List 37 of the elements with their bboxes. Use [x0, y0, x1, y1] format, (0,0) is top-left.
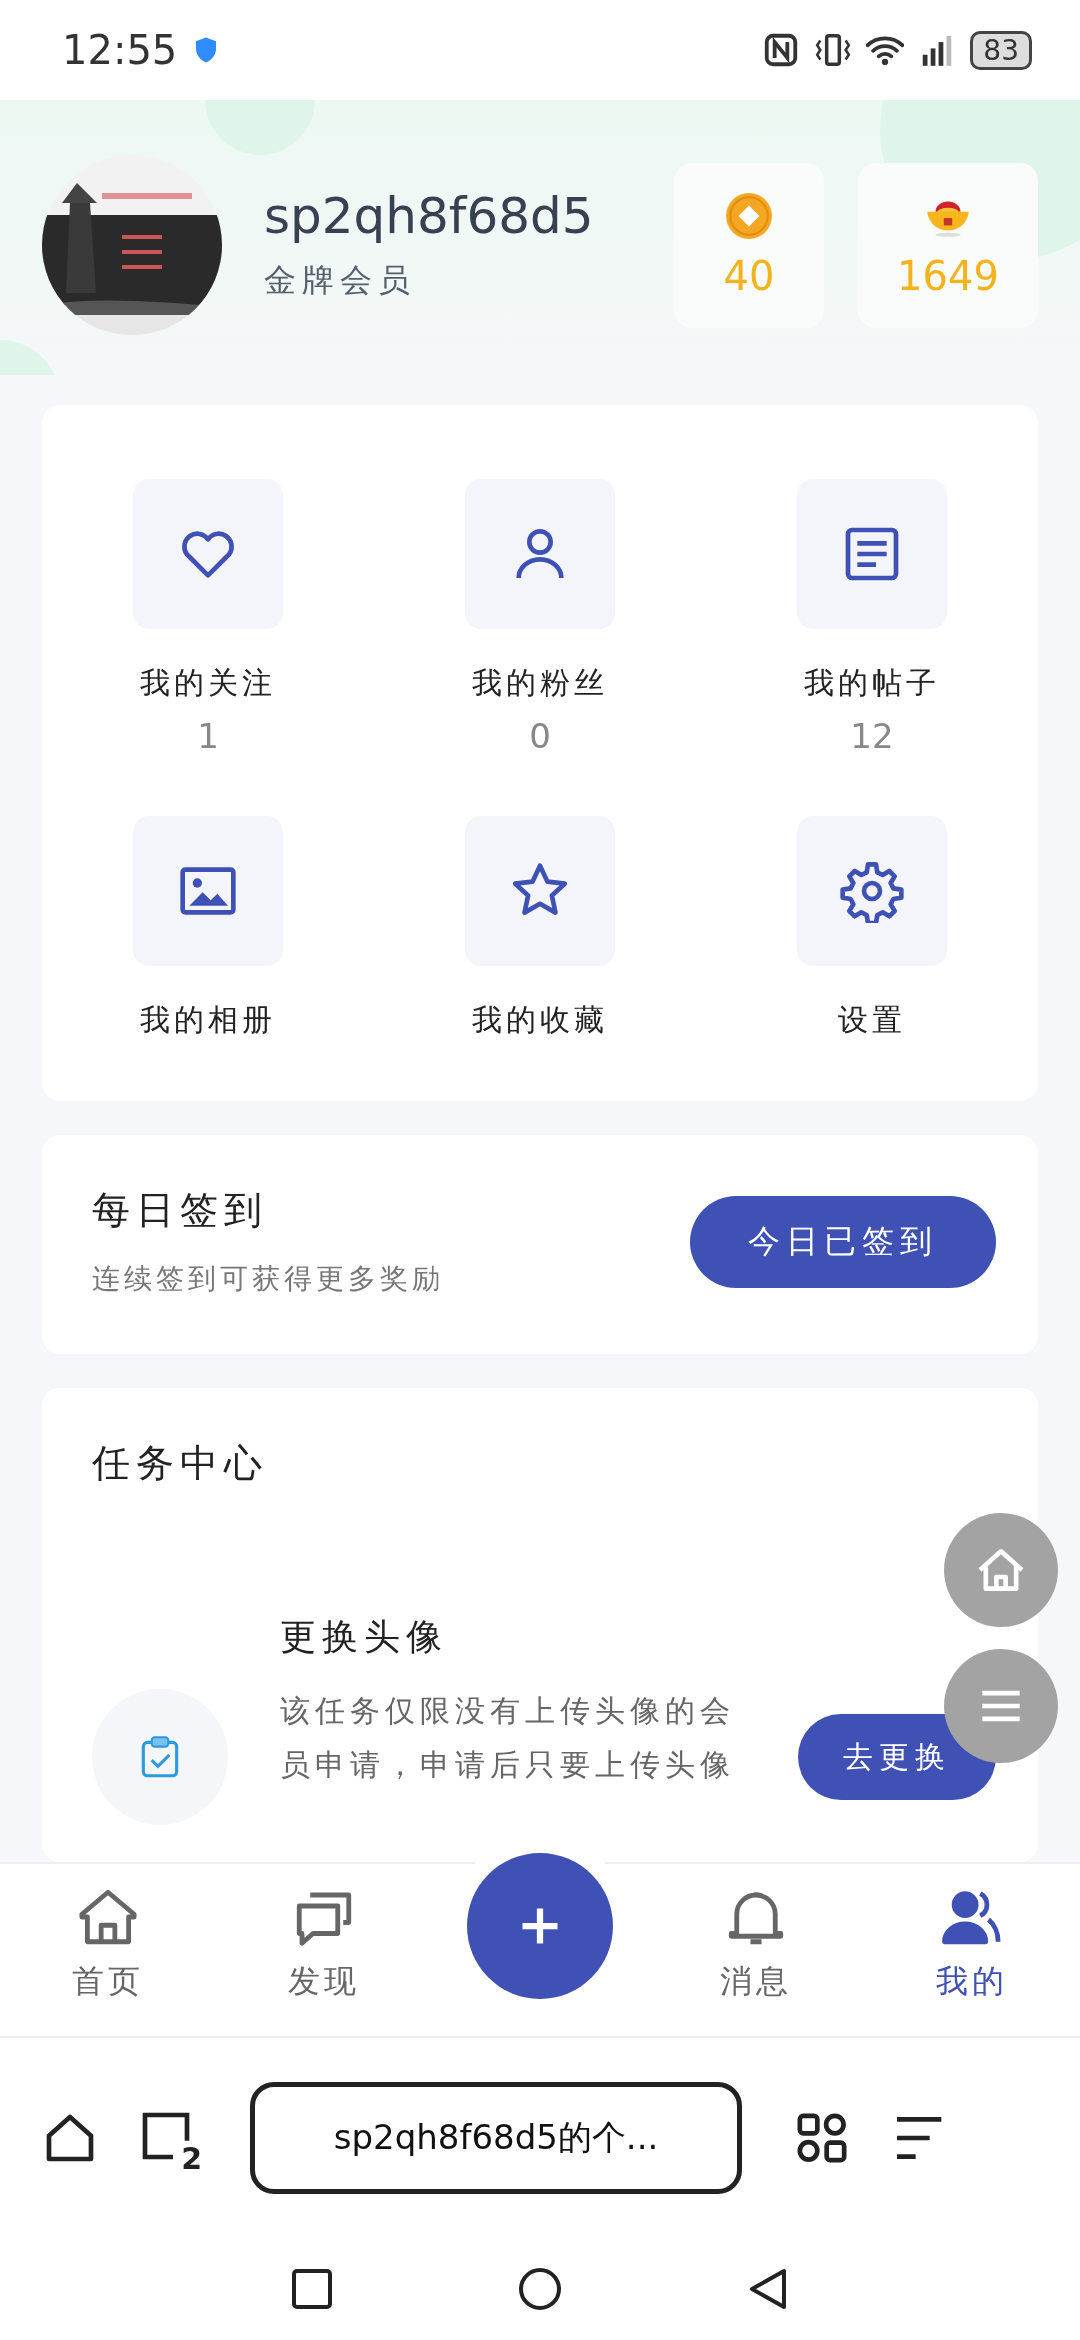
settings-icon: [840, 859, 904, 923]
menu-tile[interactable]: [465, 816, 615, 966]
stat-value: 40: [723, 253, 775, 299]
menu-label: 我的粉丝: [472, 664, 608, 702]
menu-count: 0: [529, 716, 551, 756]
home-circle-icon[interactable]: [516, 2265, 564, 2313]
menu-label: 我的帖子: [804, 664, 940, 702]
nav-tab[interactable]: 发现: [216, 1864, 432, 2036]
checked-in-button[interactable]: 今日已签到: [690, 1195, 996, 1288]
task-center-title: 任务中心: [92, 1440, 269, 1487]
menu-label: 我的相册: [140, 1001, 276, 1039]
menu-tile[interactable]: [465, 479, 615, 629]
battery-indicator: 83: [970, 30, 1032, 70]
nav-tab[interactable]: 消息: [648, 1864, 864, 2036]
checkin-subtitle: 连续签到可获得更多奖励: [92, 1261, 445, 1297]
member-level: 金牌会员: [264, 260, 417, 301]
checkin-title: 每日签到: [92, 1187, 269, 1234]
status-time: 12:55: [62, 27, 178, 73]
nav-tab[interactable]: 我的: [864, 1864, 1080, 2036]
menu-count: 1: [197, 716, 219, 756]
menu-tile[interactable]: [133, 479, 283, 629]
menu-label: 我的关注: [140, 664, 276, 702]
tabs-button[interactable]: 2: [138, 2108, 198, 2168]
nav-tab[interactable]: 首页: [0, 1864, 216, 2036]
menu-count: 12: [850, 716, 894, 756]
vibrate-icon: [814, 31, 853, 69]
task-title: 更换头像: [280, 1614, 449, 1659]
menu-tile[interactable]: [797, 479, 947, 629]
username: sp2qh8f68d5: [264, 187, 595, 245]
menu-label: 我的收藏: [472, 1001, 608, 1039]
menu-tile[interactable]: [133, 816, 283, 966]
task-description: 该任务仅限没有上传头像的会员申请，申请后只要上传头像: [280, 1691, 736, 1784]
stat-value: 1649: [897, 253, 999, 299]
menu-tile[interactable]: [797, 816, 947, 966]
coin-icon: [724, 191, 774, 241]
address-bar[interactable]: sp2qh8f68d5的个...: [250, 2082, 742, 2194]
menu-label: 设置: [838, 1001, 906, 1039]
